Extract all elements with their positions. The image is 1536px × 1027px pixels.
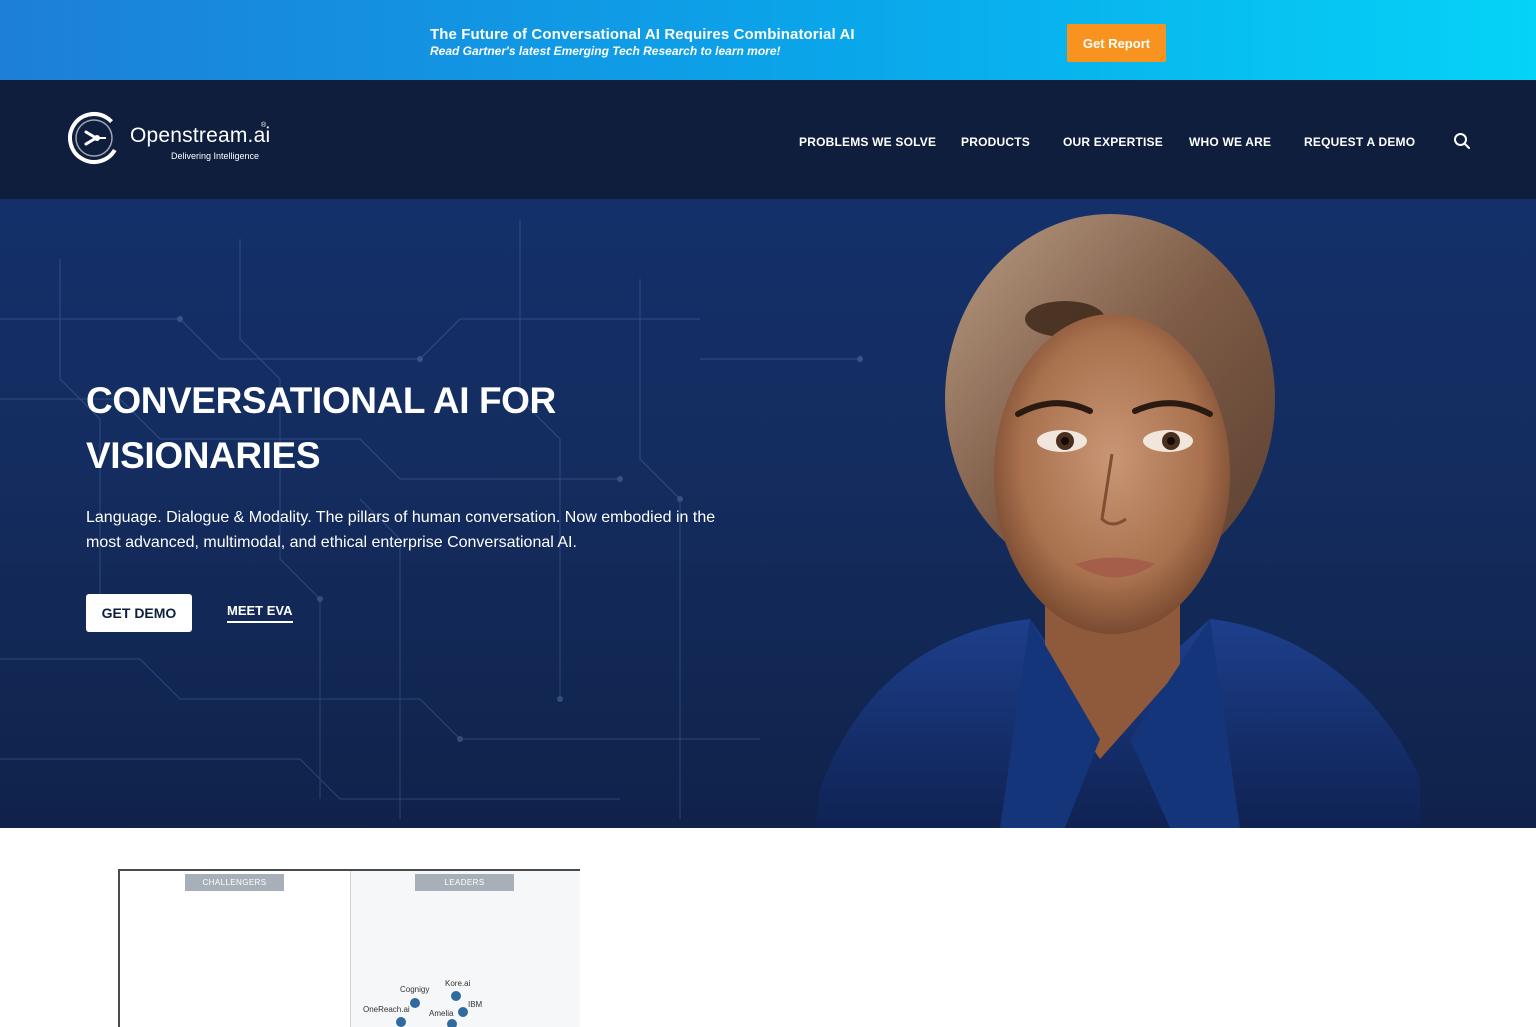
search-icon[interactable]: [1453, 132, 1471, 150]
logo[interactable]: Openstream.ai ® Delivering Intelligence: [66, 110, 286, 170]
vendor-dot: [447, 1019, 457, 1027]
vendor-dot: [451, 991, 461, 1001]
quadrant-leaders-area: [350, 871, 580, 1027]
get-report-button[interactable]: Get Report: [1067, 24, 1166, 62]
logo-tagline: Delivering Intelligence: [171, 151, 260, 161]
nav-request-a-demo[interactable]: REQUEST A DEMO: [1304, 135, 1415, 149]
get-demo-button[interactable]: GET DEMO: [86, 594, 192, 632]
hero-subtitle: Language. Dialogue & Modality. The pilla…: [86, 509, 716, 551]
vendor-label: OneReach.ai: [363, 1005, 410, 1014]
meet-eva-link[interactable]: MEET EVA: [227, 603, 293, 623]
promo-banner: The Future of Conversational AI Requires…: [0, 0, 1536, 80]
vendor-dot: [396, 1017, 406, 1027]
vendor-dot: [410, 998, 420, 1008]
logo-name: Openstream.ai: [130, 124, 271, 147]
logo-registered-mark: ®: [261, 122, 267, 129]
hero-title-line-2: VISIONARIES: [86, 435, 321, 476]
hero-section: CONVERSATIONAL AI FOR VISIONARIES Langua…: [0, 199, 1536, 828]
portrait-image: [815, 214, 1420, 828]
banner-title: The Future of Conversational AI Requires…: [430, 26, 855, 43]
vendor-label: IBM: [468, 1000, 483, 1009]
vendor-label: Kore.ai: [445, 979, 471, 988]
vendor-dot: [458, 1007, 468, 1017]
quadrant-label-challengers: CHALLENGERS: [185, 874, 284, 891]
banner-text: The Future of Conversational AI Requires…: [430, 26, 855, 59]
nav-who-we-are[interactable]: WHO WE ARE: [1189, 135, 1271, 149]
hero-title: CONVERSATIONAL AI FOR VISIONARIES: [86, 373, 556, 483]
quadrant-label-leaders: LEADERS: [415, 874, 514, 891]
nav-products[interactable]: PRODUCTS: [961, 135, 1030, 149]
vendor-label: Amelia: [429, 1009, 454, 1018]
logo-icon: [68, 112, 120, 164]
nav-our-expertise[interactable]: OUR EXPERTISE: [1063, 135, 1163, 149]
site-header: Openstream.ai ® Delivering Intelligence …: [0, 80, 1536, 199]
magic-quadrant-preview[interactable]: CHALLENGERS LEADERS Kore.ai Cognigy IBM …: [118, 869, 580, 1027]
banner-subtitle: Read Gartner's latest Emerging Tech Rese…: [430, 44, 781, 58]
nav-problems-we-solve[interactable]: PROBLEMS WE SOLVE: [799, 135, 936, 149]
hero-title-line-1: CONVERSATIONAL AI FOR: [86, 380, 556, 421]
vendor-label: Cognigy: [400, 985, 430, 994]
